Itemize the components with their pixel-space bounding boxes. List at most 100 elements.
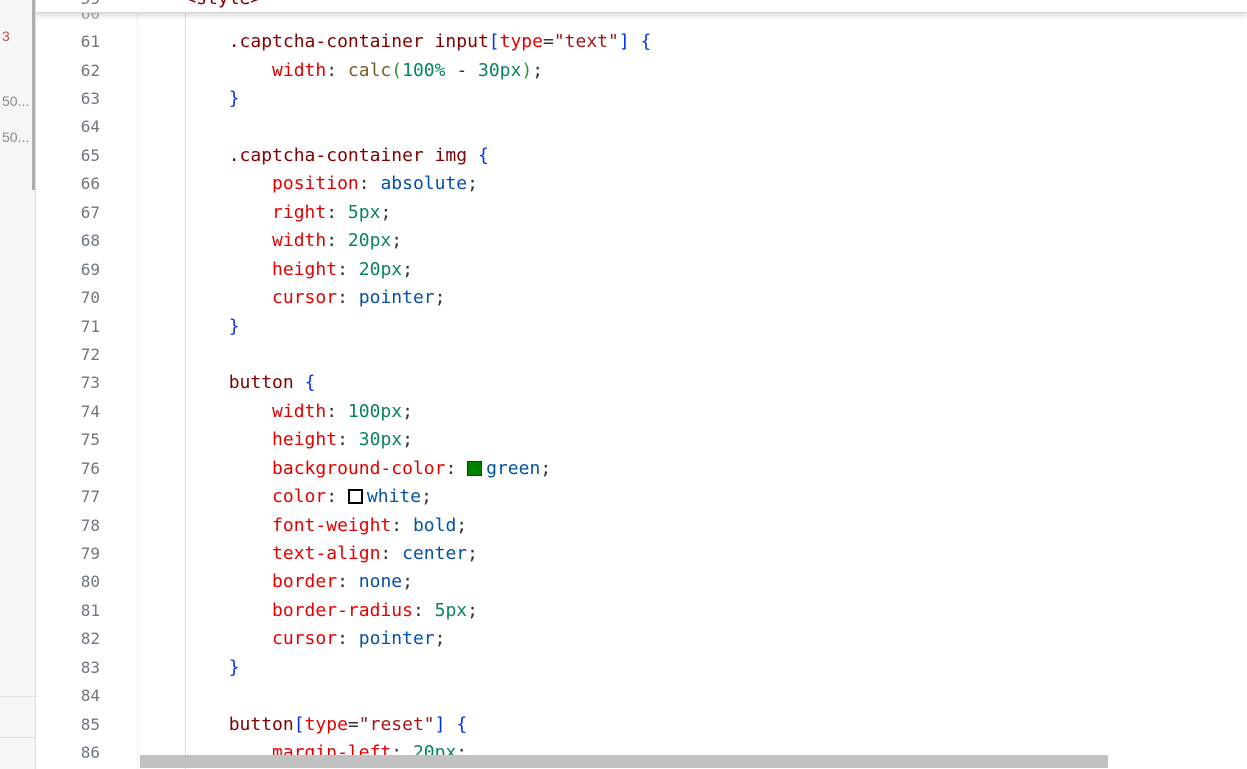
code-line[interactable]: 67 right: 5px; (36, 198, 1247, 226)
line-content: background-color: green; (100, 458, 551, 479)
side-panel-item[interactable]: 50... (2, 129, 29, 145)
line-number[interactable]: 63 (36, 89, 100, 108)
code-token: ; (421, 486, 432, 508)
line-number[interactable]: 75 (36, 430, 100, 449)
code-line[interactable]: 84 (36, 682, 1247, 710)
line-number[interactable]: 79 (36, 544, 100, 563)
sticky-scroll-row[interactable]: 59 <style> (36, 0, 1247, 13)
code-token: : (326, 230, 348, 252)
line-number[interactable]: 78 (36, 516, 100, 535)
code-line[interactable]: 64 (36, 113, 1247, 141)
line-number[interactable]: 82 (36, 629, 100, 648)
code-line[interactable]: 68 width: 20px; (36, 227, 1247, 255)
line-number[interactable]: 83 (36, 658, 100, 677)
line-number[interactable]: 70 (36, 288, 100, 307)
code-line[interactable]: 71 } (36, 312, 1247, 340)
code-line[interactable]: 79 text-align: center; (36, 539, 1247, 567)
code-token: { (640, 31, 652, 53)
code-token: border-radius (142, 599, 413, 621)
line-number[interactable]: 67 (36, 203, 100, 222)
code-line[interactable]: 73 button { (36, 369, 1247, 397)
line-number[interactable]: 69 (36, 260, 100, 279)
side-panel-item[interactable]: 50... (2, 93, 29, 109)
code-token: ; (467, 173, 478, 195)
code-line[interactable]: 61 .captcha-container input[type="text"]… (36, 27, 1247, 55)
code-token: : (412, 599, 435, 621)
code-line[interactable]: 66 position: absolute; (36, 170, 1247, 198)
line-number[interactable]: 84 (36, 686, 100, 705)
code-line[interactable]: 69 height: 20px; (36, 255, 1247, 283)
code-token: } (142, 88, 240, 110)
code-token: : (337, 628, 359, 650)
code-line[interactable]: 82 cursor: pointer; (36, 625, 1247, 653)
line-number[interactable]: 64 (36, 117, 100, 136)
code-line[interactable]: 65 .captcha-container img { (36, 141, 1247, 169)
code-line[interactable]: 59 <style> (36, 0, 261, 13)
code-line[interactable]: 80 border: none; (36, 568, 1247, 596)
code-line[interactable]: 83 } (36, 653, 1247, 681)
line-number[interactable]: 81 (36, 601, 100, 620)
line-number[interactable]: 72 (36, 345, 100, 364)
line-number[interactable]: 76 (36, 459, 100, 478)
line-number[interactable]: 74 (36, 402, 100, 421)
code-token: position (142, 173, 359, 195)
code-token: ; (467, 599, 478, 621)
code-token: ) (521, 59, 533, 81)
code-token: ] (434, 713, 446, 735)
horizontal-scrollbar-thumb[interactable] (140, 755, 1108, 768)
code-line[interactable]: 76 background-color: green; (36, 454, 1247, 482)
code-token: ; (402, 258, 413, 280)
code-token: font-weight (142, 514, 392, 536)
line-number[interactable]: 86 (36, 743, 100, 762)
code-line[interactable]: 85 button[type="reset"] { (36, 710, 1247, 738)
side-panel-separator (0, 737, 35, 738)
color-swatch-white[interactable] (347, 489, 363, 505)
line-number[interactable]: 71 (36, 317, 100, 336)
line-content: } (100, 657, 240, 678)
line-number[interactable]: 77 (36, 487, 100, 506)
line-content: font-weight: bold; (100, 515, 467, 536)
line-number[interactable]: 66 (36, 174, 100, 193)
line-number[interactable]: 80 (36, 572, 100, 591)
code-token: : (337, 429, 359, 451)
code-token: border (142, 571, 338, 593)
code-line[interactable]: 63 } (36, 84, 1247, 112)
line-number[interactable]: 85 (36, 715, 100, 734)
code-token: button (142, 372, 305, 394)
line-number[interactable]: 62 (36, 61, 100, 80)
code-editor[interactable]: 60 61 .captcha-container input[type="text… (36, 0, 1247, 769)
code-token: 30px (358, 429, 403, 451)
line-content: text-align: center; (100, 543, 478, 564)
code-token: bold (412, 514, 457, 536)
code-token: type (499, 31, 543, 53)
code-line[interactable]: 81 border-radius: 5px; (36, 596, 1247, 624)
line-number[interactable]: 73 (36, 373, 100, 392)
code-token: 5px (347, 201, 381, 223)
line-content: cursor: pointer; (100, 287, 445, 308)
code-line[interactable]: 72 (36, 340, 1247, 368)
code-token: .captcha-container input (142, 31, 489, 53)
code-token: { (456, 713, 468, 735)
line-number[interactable]: 59 (36, 0, 100, 8)
line-content: } (100, 88, 240, 109)
line-number[interactable]: 61 (36, 32, 100, 51)
code-token: 100% (402, 59, 446, 81)
code-token: : (326, 400, 348, 422)
line-number[interactable]: 65 (36, 146, 100, 165)
code-line[interactable]: 70 cursor: pointer; (36, 283, 1247, 311)
line-number[interactable]: 68 (36, 231, 100, 250)
code-line[interactable]: 77 color: white; (36, 482, 1247, 510)
code-token: height (142, 429, 338, 451)
code-token: text-align (142, 543, 381, 565)
code-token: absolute (380, 173, 468, 195)
code-line[interactable]: 62 width: calc(100% - 30px); (36, 56, 1247, 84)
code-line[interactable]: 74 width: 100px; (36, 397, 1247, 425)
code-token: : (337, 258, 359, 280)
color-swatch-green[interactable] (467, 460, 483, 476)
side-panel-item[interactable]: 3 (2, 28, 10, 44)
code-token: 5px (434, 599, 468, 621)
code-line[interactable]: 75 height: 30px; (36, 426, 1247, 454)
code-line[interactable]: 78 font-weight: bold; (36, 511, 1247, 539)
code-token: ] (618, 31, 630, 53)
